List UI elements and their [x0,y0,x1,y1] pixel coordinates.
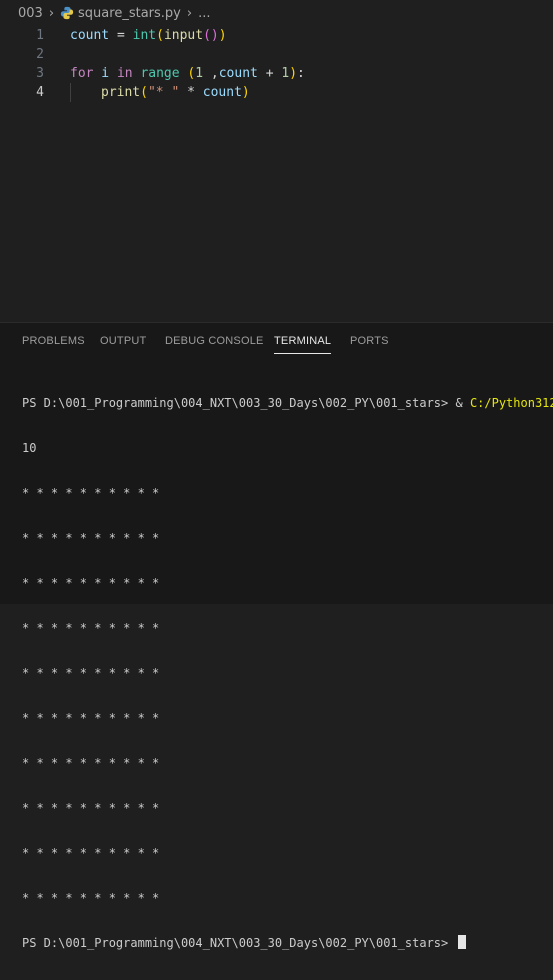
chevron-right-icon: › [48,5,55,21]
star-row: * * * * * * * * * * [22,621,167,635]
breadcrumb-more[interactable]: ... [198,6,210,21]
tab-ports[interactable]: PORTS [350,335,389,347]
star-row: * * * * * * * * * * [22,801,167,815]
code-text: for i in range (1 ,count + 1): [70,66,305,81]
terminal-line: PS D:\001_Programming\004_NXT\003_30_Day… [22,396,553,410]
tab-debug-console[interactable]: DEBUG CONSOLE [165,335,264,347]
code-text: count = int(input()) [70,28,227,43]
code-line: 2 [0,45,553,64]
breadcrumb-folder[interactable]: 003 [0,6,43,21]
star-row: * * * * * * * * * * [22,846,167,860]
breadcrumb: 003 › square_stars.py › ... [0,0,553,26]
bottom-panel: PROBLEMS OUTPUT DEBUG CONSOLE TERMINAL P… [0,322,553,950]
code-editor[interactable]: 1 count = int(input()) 2 3 for i in rang… [0,26,553,322]
panel-tabs: PROBLEMS OUTPUT DEBUG CONSOLE TERMINAL P… [0,323,553,361]
tab-output[interactable]: OUTPUT [100,335,146,347]
star-row: * * * * * * * * * * [22,486,167,500]
terminal-prompt-line: PS D:\001_Programming\004_NXT\003_30_Day… [22,935,553,952]
code-line: 1 count = int(input()) [0,26,553,45]
python-file-icon [60,6,74,20]
star-row: * * * * * * * * * * [22,756,167,770]
indent-guide [70,83,71,102]
terminal-output[interactable]: PS D:\001_Programming\004_NXT\003_30_Day… [22,367,553,980]
code-line: 3 for i in range (1 ,count + 1): [0,64,553,83]
star-row: * * * * * * * * * * [22,666,167,680]
terminal-line: 10 [22,441,37,455]
terminal-cursor [457,935,466,949]
star-row: * * * * * * * * * * [22,576,167,590]
tab-terminal[interactable]: TERMINAL [274,335,332,354]
line-number: 3 [36,66,44,81]
breadcrumb-file[interactable]: square_stars.py [78,6,181,21]
tab-problems[interactable]: PROBLEMS [22,335,85,347]
star-row: * * * * * * * * * * [22,711,167,725]
chevron-right-icon: › [186,5,193,21]
code-text: print("* " * count) [101,85,250,100]
line-number: 1 [36,28,44,43]
star-row: * * * * * * * * * * [22,531,167,545]
line-number: 4 [36,85,44,100]
code-line-active: 4 print("* " * count) [0,83,553,102]
star-row: * * * * * * * * * * [22,891,167,905]
line-number: 2 [36,47,44,62]
